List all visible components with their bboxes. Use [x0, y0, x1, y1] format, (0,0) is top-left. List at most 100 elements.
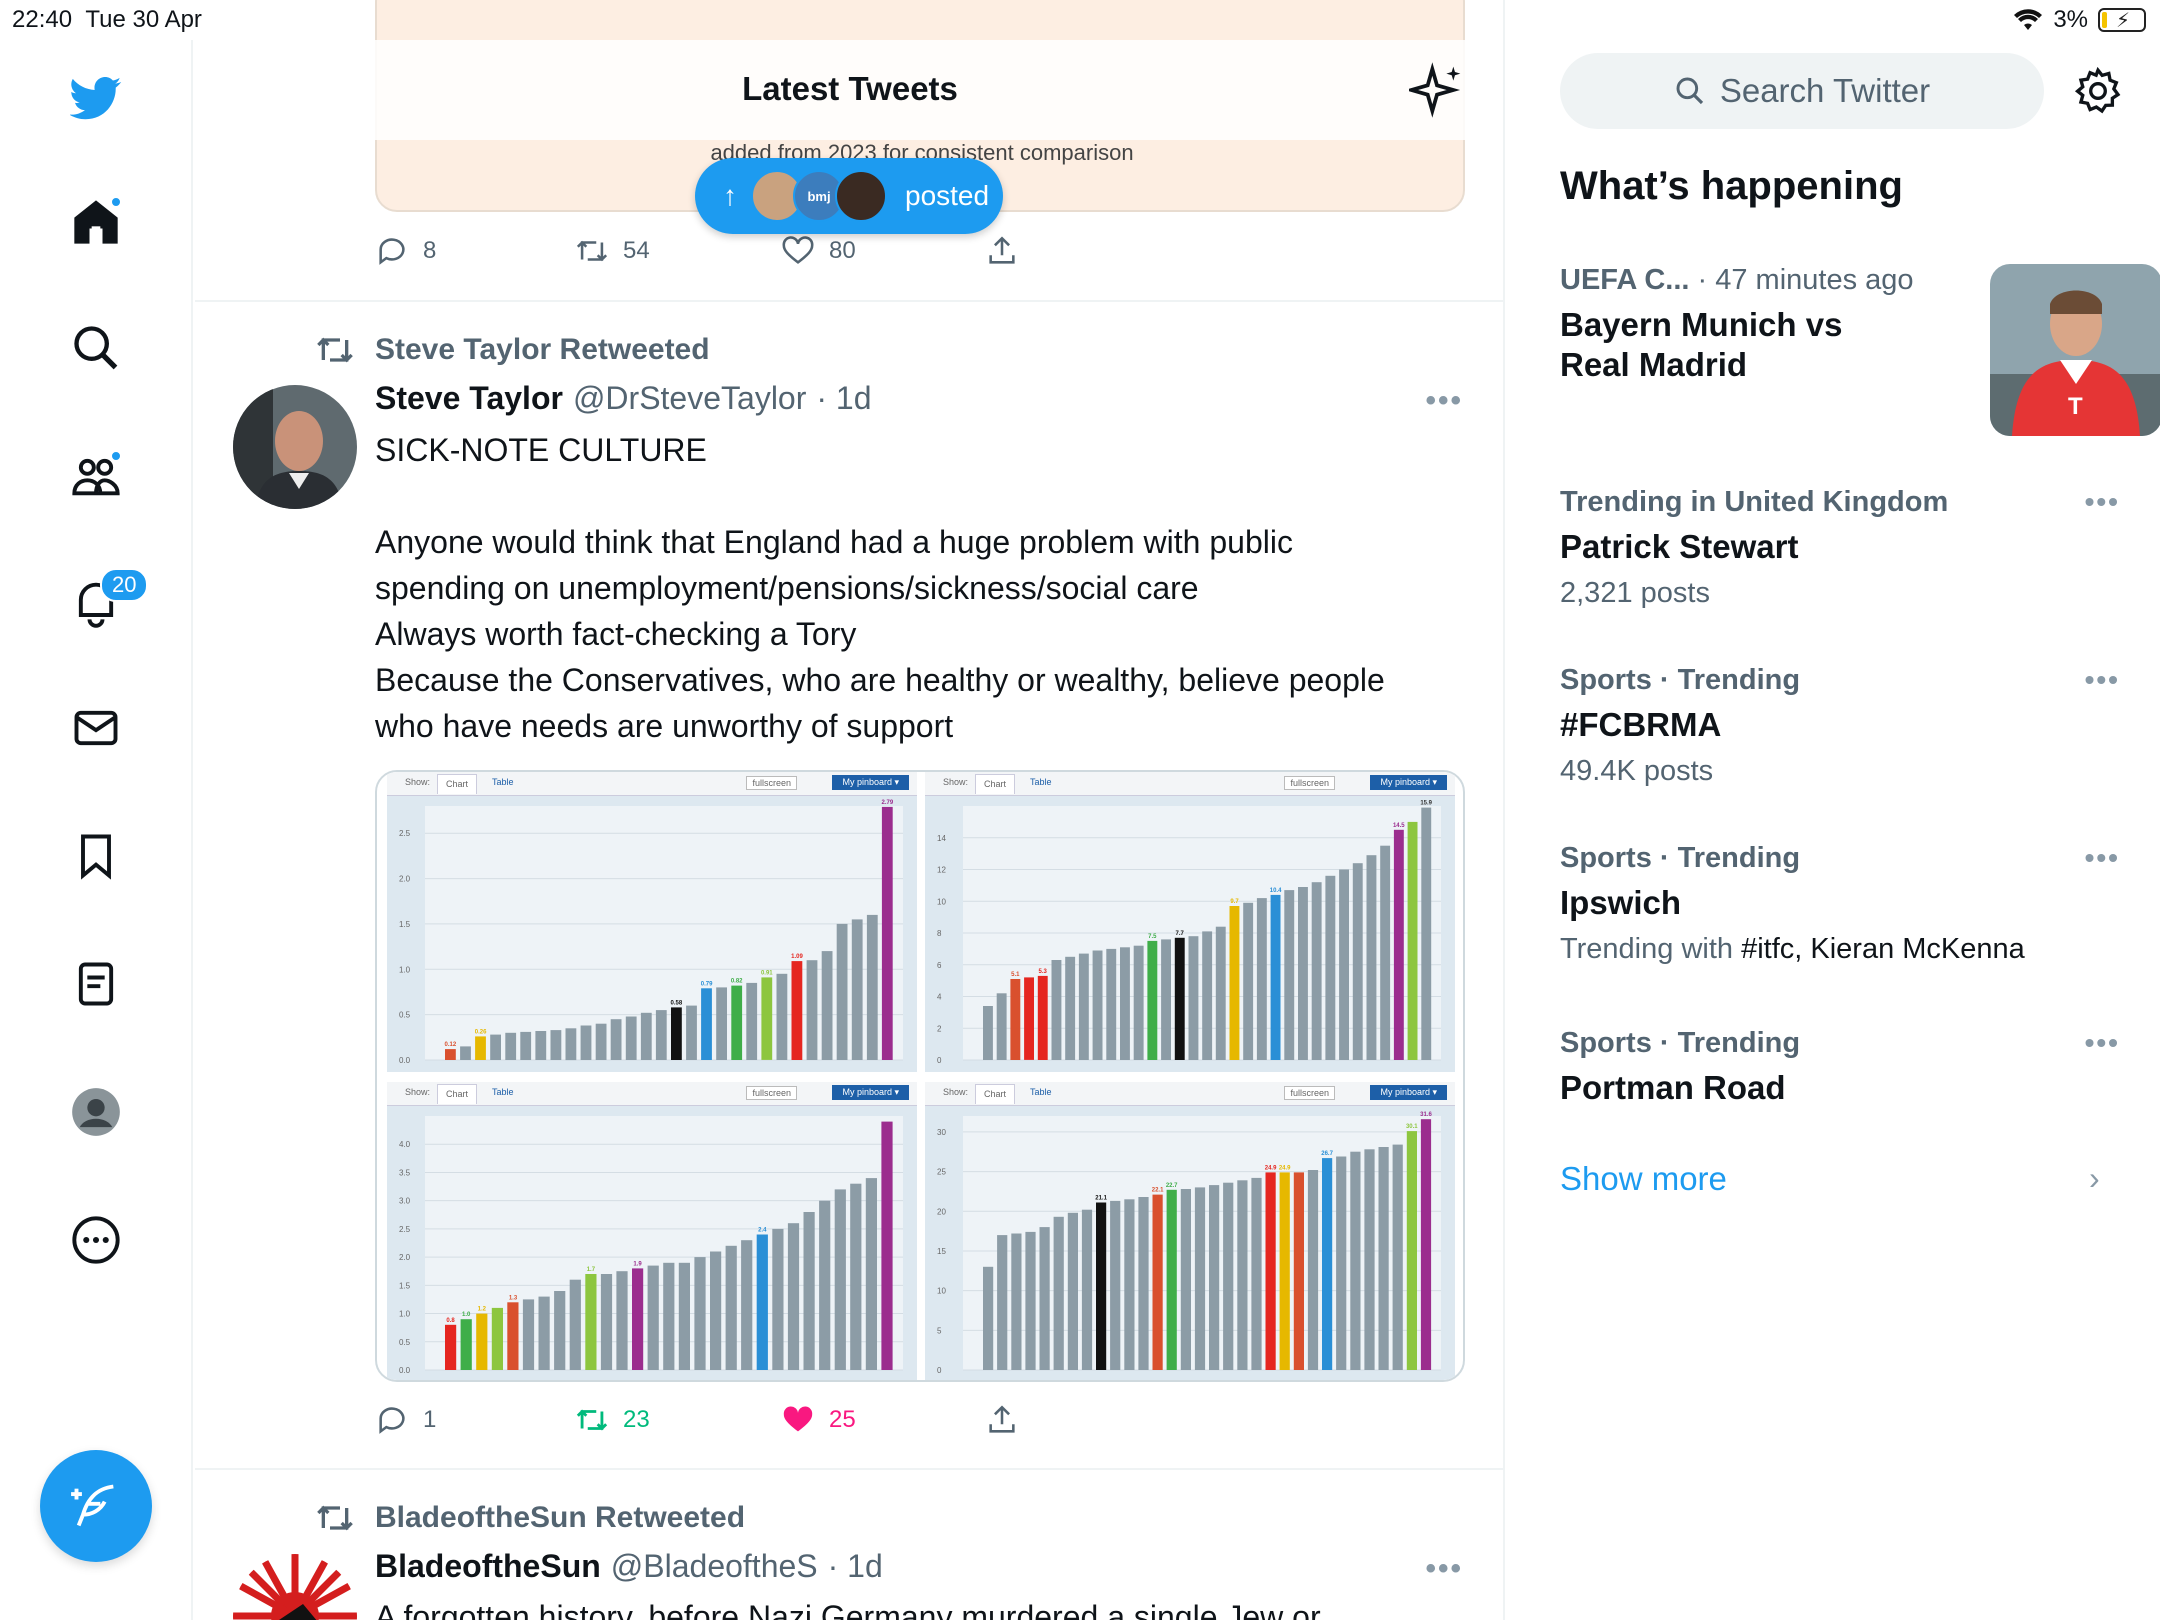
reply-button[interactable]: 8	[375, 234, 575, 268]
reply-button[interactable]: 1	[375, 1403, 575, 1437]
chart-image-2[interactable]: Show: Chart Table fullscreen My pinboard ▾ 0 2…	[925, 772, 1455, 1072]
table-tab[interactable]: Table	[492, 1087, 514, 1097]
tweet-line: who have needs are unworthy of support	[375, 708, 954, 744]
communities-icon[interactable]	[60, 440, 132, 512]
fullscreen-button[interactable]: fullscreen	[1284, 1086, 1335, 1100]
author-avatar[interactable]	[233, 1554, 357, 1620]
data-label: 31.6	[1420, 1112, 1432, 1118]
pinboard-button[interactable]: My pinboard ▾	[832, 775, 909, 790]
tweet-line: Anyone would think that England had a hu…	[375, 524, 1293, 560]
bar	[1133, 945, 1144, 1060]
bar	[881, 1121, 893, 1370]
data-label: 1.2	[478, 1307, 487, 1313]
chart-image-3[interactable]: Show: Chart Table fullscreen My pinboard ▾ 0.…	[387, 1082, 917, 1380]
messages-envelope-icon[interactable]	[60, 692, 132, 764]
y-tick-label: 2.0	[399, 875, 411, 884]
pinboard-button[interactable]: My pinboard ▾	[832, 1085, 909, 1100]
y-tick-label: 1.5	[399, 920, 411, 929]
bar	[663, 1262, 675, 1370]
new-posts-pill[interactable]: ↑ bmj posted	[695, 158, 1003, 234]
chart-tab[interactable]: Chart	[975, 774, 1016, 794]
trend-item[interactable]: Trending in United Kingdom Patrick Stewa…	[1560, 486, 2120, 610]
trend-topic: Portman Road	[1560, 1069, 1786, 1106]
chevron-right-icon[interactable]: ›	[2089, 1160, 2100, 1197]
compose-tweet-button[interactable]	[40, 1450, 152, 1562]
chart-tab[interactable]: Chart	[975, 1084, 1016, 1104]
share-button[interactable]	[985, 234, 1019, 268]
author-handle[interactable]: @DrSteveTaylor	[573, 380, 806, 417]
author-name[interactable]: Steve Taylor	[375, 380, 563, 417]
bar	[505, 1032, 517, 1060]
trend-more-button[interactable]: •••	[2085, 1027, 2120, 1059]
author-handle[interactable]: @BladeoftheS	[611, 1548, 818, 1585]
notifications-bell-icon[interactable]: 20	[60, 566, 149, 638]
bar	[1325, 875, 1336, 1060]
trend-more-button[interactable]: •••	[2085, 842, 2120, 874]
data-label: 1.7	[587, 1267, 596, 1273]
trend-item[interactable]: Sports · Trending Ipswich Trending with …	[1560, 842, 2120, 966]
tweet-media-grid[interactable]: Show: Chart Table fullscreen My pinboard ▾ 0.…	[375, 770, 1465, 1382]
bar	[686, 1005, 697, 1060]
bar	[997, 1235, 1008, 1370]
bar	[678, 1262, 690, 1370]
bar	[1243, 902, 1254, 1060]
lists-icon[interactable]	[60, 948, 132, 1020]
bar	[616, 1271, 628, 1370]
fullscreen-button[interactable]: fullscreen	[1284, 776, 1335, 790]
like-button[interactable]: 25	[781, 1403, 985, 1437]
trend-item[interactable]: Sports · Trending #FCBRMA 49.4K posts ••…	[1560, 664, 2120, 788]
tweet-more-button[interactable]: •••	[1425, 384, 1463, 418]
like-button[interactable]: 80	[781, 234, 985, 268]
pinboard-button[interactable]: My pinboard ▾	[1370, 1085, 1447, 1100]
retweet-button[interactable]: 23	[575, 1403, 781, 1437]
chart-show-label: Show:	[943, 1087, 969, 1097]
fullscreen-button[interactable]: fullscreen	[746, 1086, 797, 1100]
retweeted-by-row[interactable]: Steve Taylor Retweeted	[315, 330, 710, 370]
home-icon[interactable]	[60, 186, 132, 258]
chart-tab[interactable]: Chart	[437, 1084, 478, 1104]
y-tick-label: 8	[937, 929, 942, 938]
table-tab[interactable]: Table	[1030, 777, 1052, 787]
timeline-header: Latest Tweets	[195, 40, 1503, 140]
trend-item[interactable]: Sports · Trending Portman Road •••	[1560, 1027, 2120, 1108]
search-input[interactable]: Search Twitter	[1560, 53, 2044, 129]
bar	[1392, 1144, 1403, 1370]
pinboard-button[interactable]: My pinboard ▾	[1370, 775, 1447, 790]
author-avatar[interactable]	[233, 385, 357, 509]
data-label: 0.8	[446, 1318, 455, 1324]
trend-more-button[interactable]: •••	[2085, 486, 2120, 518]
more-options-icon[interactable]	[60, 1204, 132, 1276]
search-icon[interactable]	[60, 312, 132, 384]
bar	[1010, 979, 1021, 1060]
table-tab[interactable]: Table	[1030, 1087, 1052, 1097]
twitter-logo-icon[interactable]	[60, 62, 132, 134]
trend-item[interactable]: UEFA C... · 47 minutes ago Bayern Munich…	[1560, 264, 2160, 436]
chart-image-1[interactable]: Show: Chart Table fullscreen My pinboard ▾ 0.…	[387, 772, 917, 1072]
tweet-more-button[interactable]: •••	[1425, 1552, 1463, 1586]
y-tick-label: 15	[937, 1247, 946, 1256]
chart-tab[interactable]: Chart	[437, 774, 478, 794]
fullscreen-button[interactable]: fullscreen	[746, 776, 797, 790]
chart-toolbar: Show: Chart Table fullscreen My pinboard ▾	[925, 1082, 1455, 1106]
bookmarks-icon[interactable]	[60, 820, 132, 892]
data-label: 7.7	[1176, 931, 1185, 937]
chart-image-4[interactable]: Show: Chart Table fullscreen My pinboard ▾ 0 5…	[925, 1082, 1455, 1380]
profile-avatar-icon[interactable]	[60, 1076, 132, 1148]
settings-gear-icon[interactable]	[2073, 66, 2123, 116]
author-name[interactable]: BladeoftheSun	[375, 1548, 601, 1585]
data-label: 24.9	[1279, 1165, 1291, 1171]
left-navigation: 20	[0, 40, 193, 1620]
share-button[interactable]	[985, 1403, 1019, 1437]
tweet-timestamp[interactable]: · 1d	[828, 1548, 883, 1585]
tweet-timestamp[interactable]: · 1d	[816, 380, 871, 417]
table-tab[interactable]: Table	[492, 777, 514, 787]
show-more-link[interactable]: Show more	[1560, 1160, 1727, 1198]
retweet-button[interactable]: 54	[575, 234, 781, 268]
whats-happening-title: What’s happening	[1560, 164, 1903, 208]
bar	[1024, 977, 1034, 1060]
sparkle-timeline-switch-icon[interactable]	[1409, 62, 1465, 118]
retweeted-by-row[interactable]: BladeoftheSun Retweeted	[315, 1498, 745, 1538]
trend-topic: Patrick Stewart	[1560, 528, 1799, 565]
trend-more-button[interactable]: •••	[2085, 664, 2120, 696]
heart-icon	[782, 236, 814, 264]
